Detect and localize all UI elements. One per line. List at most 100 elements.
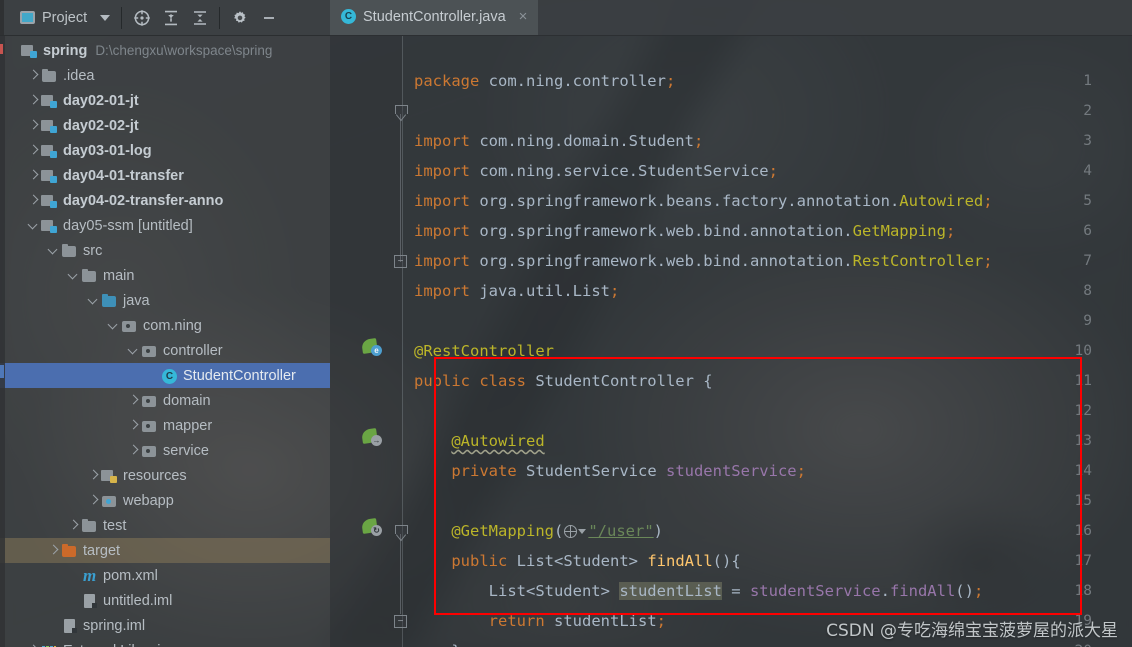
- tree-toggle-right-icon[interactable]: [46, 543, 61, 558]
- res-icon: [101, 468, 118, 484]
- code-line-8: import java.util.List;: [414, 282, 620, 300]
- tree-node-day02-01-jt[interactable]: day02-01-jt: [0, 88, 330, 113]
- project-tool-window: Project spring D:\chengxu\workspace\spri…: [0, 0, 330, 647]
- tree-node-controller[interactable]: controller: [0, 338, 330, 363]
- spring-bean-class-gutter-icon[interactable]: e: [361, 336, 382, 356]
- tree-node-pom-xml[interactable]: pom.xml: [0, 563, 330, 588]
- collapse-all-icon[interactable]: [186, 4, 213, 31]
- tree-toggle-down-icon[interactable]: [86, 293, 101, 308]
- fold-region-line-method: [400, 534, 401, 614]
- tree-toggle-right-icon[interactable]: [26, 643, 41, 647]
- tree-node-day04-02-transfer-anno[interactable]: day04-02-transfer-anno: [0, 188, 330, 213]
- project-view-selector[interactable]: Project: [6, 10, 116, 26]
- tree-node-label: External Libraries: [63, 643, 176, 647]
- tree-node-label: spring.iml: [83, 617, 146, 634]
- folder-icon: [41, 68, 58, 84]
- tree-node-webapp[interactable]: webapp: [0, 488, 330, 513]
- tree-toggle-right-icon[interactable]: [126, 418, 141, 433]
- spring-request-mapping-gutter-icon[interactable]: ↻: [361, 516, 382, 536]
- tree-toggle-right-icon[interactable]: [86, 468, 101, 483]
- project-panel-toolbar: Project: [0, 0, 330, 36]
- settings-gear-icon[interactable]: [226, 4, 253, 31]
- tree-node-label: target: [83, 542, 121, 559]
- tree-toggle-right-icon[interactable]: [26, 168, 41, 183]
- tree-node-untitled-iml[interactable]: untitled.iml: [0, 588, 330, 613]
- ide-window: Project spring D:\chengxu\workspace\spri…: [0, 0, 1132, 647]
- tree-node-domain[interactable]: domain: [0, 388, 330, 413]
- chevron-down-icon[interactable]: [100, 14, 111, 21]
- tree-node-label: StudentController: [183, 367, 296, 384]
- tree-node-main[interactable]: main: [0, 263, 330, 288]
- code-line-4: import com.ning.service.StudentService;: [414, 162, 778, 180]
- code-line-6: import org.springframework.web.bind.anno…: [414, 222, 956, 240]
- tree-toggle-right-icon[interactable]: [26, 93, 41, 108]
- tree-toggle-right-icon[interactable]: [26, 118, 41, 133]
- tab-student-controller-java[interactable]: C StudentController.java ×: [330, 0, 539, 35]
- tree-node-target[interactable]: target: [0, 538, 330, 563]
- tree-node-service[interactable]: service: [0, 438, 330, 463]
- tree-node-com-ning[interactable]: com.ning: [0, 313, 330, 338]
- pkg-icon: [141, 418, 158, 434]
- tree-node-spring-iml[interactable]: spring.iml: [0, 613, 330, 638]
- tree-toggle-right-icon[interactable]: [26, 143, 41, 158]
- tree-node-label: day04-01-transfer: [63, 167, 184, 184]
- tree-toggle-right-icon[interactable]: [126, 393, 141, 408]
- tree-toggle-down-icon[interactable]: [126, 343, 141, 358]
- close-icon[interactable]: ×: [517, 9, 530, 24]
- tree-toggle-right-icon[interactable]: [26, 193, 41, 208]
- tree-node-day04-01-transfer[interactable]: day04-01-transfer: [0, 163, 330, 188]
- pkg-icon: [141, 343, 158, 359]
- module-icon: [41, 93, 58, 109]
- pkg-icon: [141, 393, 158, 409]
- tree-node-src[interactable]: src: [0, 238, 330, 263]
- locate-in-tree-icon[interactable]: [128, 4, 155, 31]
- tree-toggle-right-icon[interactable]: [126, 443, 141, 458]
- tool-window-edge-strip: [0, 36, 5, 647]
- tree-node-label: src: [83, 242, 103, 259]
- tree-toggle-right-icon[interactable]: [26, 68, 41, 83]
- code-editor[interactable]: 123456789101112131415161718192021 e → ↻ …: [330, 36, 1132, 647]
- tree-toggle-down-icon[interactable]: [26, 218, 41, 233]
- tree-node-label: main: [103, 267, 135, 284]
- tree-node-idea[interactable]: .idea: [0, 63, 330, 88]
- module-icon: [41, 118, 58, 134]
- tree-node-test[interactable]: test: [0, 513, 330, 538]
- module-icon: [41, 193, 58, 209]
- project-tree[interactable]: spring D:\chengxu\workspace\spring .idea da…: [0, 36, 330, 647]
- tree-node-java[interactable]: java: [0, 288, 330, 313]
- tree-node-day02-02-jt[interactable]: day02-02-jt: [0, 113, 330, 138]
- edge-marker-blue: [0, 365, 4, 378]
- expand-all-icon[interactable]: [157, 4, 184, 31]
- module-icon: [41, 143, 58, 159]
- module-icon: [41, 168, 58, 184]
- spring-bean-autowired-gutter-icon[interactable]: →: [361, 426, 382, 446]
- tree-node-spring[interactable]: spring D:\chengxu\workspace\spring: [0, 38, 330, 63]
- tree-node-day05-ssm[interactable]: day05-ssm [untitled]: [0, 213, 330, 238]
- iml-icon: [81, 593, 98, 609]
- tree-node-label: java: [123, 292, 150, 309]
- code-line-14: private StudentService studentService;: [451, 462, 806, 480]
- tree-node-mapper[interactable]: mapper: [0, 413, 330, 438]
- folder-icon: [61, 243, 78, 259]
- code-line-20: }: [403, 636, 460, 647]
- tree-toggle-down-icon[interactable]: [66, 268, 81, 283]
- code-text[interactable]: package com.ning.controller; import com.…: [403, 36, 1132, 647]
- tree-node-day03-01-log[interactable]: day03-01-log: [0, 138, 330, 163]
- tree-node-resources[interactable]: resources: [0, 463, 330, 488]
- tree-toggle-right-icon[interactable]: [86, 493, 101, 508]
- editor-tab-bar: C StudentController.java ×: [330, 0, 1132, 36]
- hide-panel-icon[interactable]: [255, 4, 282, 31]
- java-class-icon: C: [341, 9, 356, 24]
- tree-toggle-down-icon[interactable]: [106, 318, 121, 333]
- tab-label: StudentController.java: [363, 8, 506, 25]
- tree-toggle-right-icon[interactable]: [66, 518, 81, 533]
- tree-toggle-down-icon[interactable]: [46, 243, 61, 258]
- tree-node-studentcontroller[interactable]: StudentController: [0, 363, 330, 388]
- tree-node-external-libraries[interactable]: External Libraries: [0, 638, 330, 647]
- ofolder-icon: [61, 543, 78, 559]
- tree-node-label: domain: [163, 392, 211, 409]
- code-line-3: import com.ning.domain.Student;: [414, 132, 704, 150]
- edge-marker-red: [0, 44, 3, 54]
